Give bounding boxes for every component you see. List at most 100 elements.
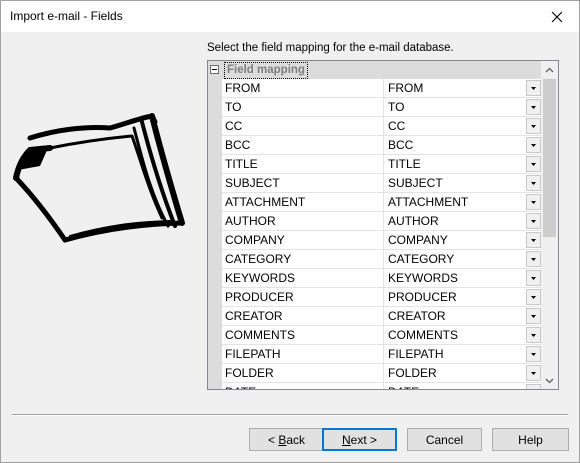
dropdown-button[interactable] — [526, 232, 541, 248]
dropdown-arrow-icon — [531, 314, 536, 318]
field-name: AUTHOR — [222, 212, 384, 230]
mapping-row[interactable]: KEYWORDS KEYWORDS — [222, 269, 542, 288]
field-value: CC — [388, 119, 406, 133]
scroll-down-button[interactable] — [541, 372, 558, 389]
field-value: ATTACHMENT — [388, 195, 469, 209]
title-bar: Import e-mail - Fields — [0, 0, 580, 32]
chevron-up-icon — [545, 67, 554, 72]
category-row[interactable]: Field mapping — [208, 61, 542, 79]
dropdown-button[interactable] — [526, 156, 541, 172]
field-value-select[interactable]: CATEGORY — [385, 250, 542, 268]
field-value: PRODUCER — [388, 290, 457, 304]
next-mnemonic: N — [341, 432, 351, 447]
close-button[interactable] — [534, 1, 579, 32]
dropdown-button[interactable] — [526, 289, 541, 305]
field-value: KEYWORDS — [388, 271, 459, 285]
field-name: CREATOR — [222, 307, 384, 325]
mapping-row[interactable]: TO TO — [222, 98, 542, 117]
field-value: TO — [388, 100, 405, 114]
mapping-row[interactable]: CREATOR CREATOR — [222, 307, 542, 326]
mapping-row[interactable]: COMMENTS COMMENTS — [222, 326, 542, 345]
mapping-row[interactable]: FILEPATH FILEPATH — [222, 345, 542, 364]
mapping-row[interactable]: FROM FROM — [222, 79, 542, 98]
dropdown-button[interactable] — [526, 308, 541, 324]
dropdown-button[interactable] — [526, 327, 541, 343]
field-value-select[interactable]: SUBJECT — [385, 174, 542, 192]
field-value: COMPANY — [388, 233, 448, 247]
cancel-button[interactable]: Cancel — [407, 428, 482, 451]
dropdown-arrow-icon — [531, 200, 536, 204]
scroll-up-button[interactable] — [541, 61, 558, 78]
field-value-select[interactable]: COMMENTS — [385, 326, 542, 344]
mapping-row[interactable]: FOLDER FOLDER — [222, 364, 542, 383]
field-value: FOLDER — [388, 366, 437, 380]
next-rest: ext > — [350, 432, 378, 447]
scroll-thumb[interactable] — [543, 79, 556, 237]
field-name: TO — [222, 98, 384, 116]
field-value-select[interactable]: AUTHOR — [385, 212, 542, 230]
dropdown-button[interactable] — [526, 251, 541, 267]
dropdown-button[interactable] — [526, 137, 541, 153]
dropdown-button[interactable] — [526, 175, 541, 191]
mapping-row[interactable]: TITLE TITLE — [222, 155, 542, 174]
field-name: CATEGORY — [222, 250, 384, 268]
field-value: SUBJECT — [388, 176, 443, 190]
field-value-select[interactable]: PRODUCER — [385, 288, 542, 306]
dropdown-button[interactable] — [526, 270, 541, 286]
field-name: FILEPATH — [222, 345, 384, 363]
field-value-select[interactable]: DATE — [385, 383, 542, 389]
mapping-row[interactable]: CATEGORY CATEGORY — [222, 250, 542, 269]
field-value-select[interactable]: COMPANY — [385, 231, 542, 249]
vertical-scrollbar[interactable] — [541, 61, 558, 389]
mapping-row[interactable]: DATE DATE — [222, 383, 542, 389]
field-mapping-grid[interactable]: Field mapping FROM FROM TO TO CC CC BCC BCC TITL… — [207, 60, 559, 390]
field-value: CATEGORY — [388, 252, 455, 266]
field-name: SUBJECT — [222, 174, 384, 192]
mapping-row[interactable]: BCC BCC — [222, 136, 542, 155]
field-value: COMMENTS — [388, 328, 458, 342]
dropdown-button[interactable] — [526, 99, 541, 115]
field-value-select[interactable]: FOLDER — [385, 364, 542, 382]
field-value-select[interactable]: FILEPATH — [385, 345, 542, 363]
dropdown-button[interactable] — [526, 346, 541, 362]
dropdown-button[interactable] — [526, 80, 541, 96]
field-name: COMPANY — [222, 231, 384, 249]
help-button[interactable]: Help — [492, 428, 569, 451]
dropdown-arrow-icon — [531, 238, 536, 242]
field-value-select[interactable]: KEYWORDS — [385, 269, 542, 287]
dropdown-button[interactable] — [526, 384, 541, 389]
field-value-select[interactable]: CC — [385, 117, 542, 135]
back-mnemonic: B — [278, 432, 287, 447]
mapping-row[interactable]: SUBJECT SUBJECT — [222, 174, 542, 193]
mapping-row[interactable]: AUTHOR AUTHOR — [222, 212, 542, 231]
mapping-row[interactable]: CC CC — [222, 117, 542, 136]
grid-gutter — [208, 61, 222, 389]
field-value-select[interactable]: ATTACHMENT — [385, 193, 542, 211]
instruction-text: Select the field mapping for the e-mail … — [207, 42, 454, 54]
dropdown-button[interactable] — [526, 194, 541, 210]
dropdown-button[interactable] — [526, 213, 541, 229]
field-value-select[interactable]: BCC — [385, 136, 542, 154]
mapping-row[interactable]: ATTACHMENT ATTACHMENT — [222, 193, 542, 212]
dropdown-arrow-icon — [531, 162, 536, 166]
mapping-row[interactable]: PRODUCER PRODUCER — [222, 288, 542, 307]
field-value-select[interactable]: TO — [385, 98, 542, 116]
mapping-row[interactable]: COMPANY COMPANY — [222, 231, 542, 250]
back-button[interactable]: < Back — [249, 428, 324, 451]
field-value-select[interactable]: CREATOR — [385, 307, 542, 325]
field-name: COMMENTS — [222, 326, 384, 344]
dropdown-arrow-icon — [531, 371, 536, 375]
collapse-icon[interactable] — [210, 65, 219, 74]
back-rest: ack — [286, 432, 306, 447]
dropdown-button[interactable] — [526, 365, 541, 381]
field-value-select[interactable]: FROM — [385, 79, 542, 97]
dropdown-arrow-icon — [531, 181, 536, 185]
mapping-rows: FROM FROM TO TO CC CC BCC BCC TITLE TITLE SUBJECT S… — [222, 79, 542, 389]
field-value-select[interactable]: TITLE — [385, 155, 542, 173]
dropdown-arrow-icon — [531, 105, 536, 109]
dropdown-arrow-icon — [531, 295, 536, 299]
dropdown-button[interactable] — [526, 118, 541, 134]
next-button[interactable]: Next > — [322, 428, 397, 451]
field-name: TITLE — [222, 155, 384, 173]
field-value: FROM — [388, 81, 424, 95]
